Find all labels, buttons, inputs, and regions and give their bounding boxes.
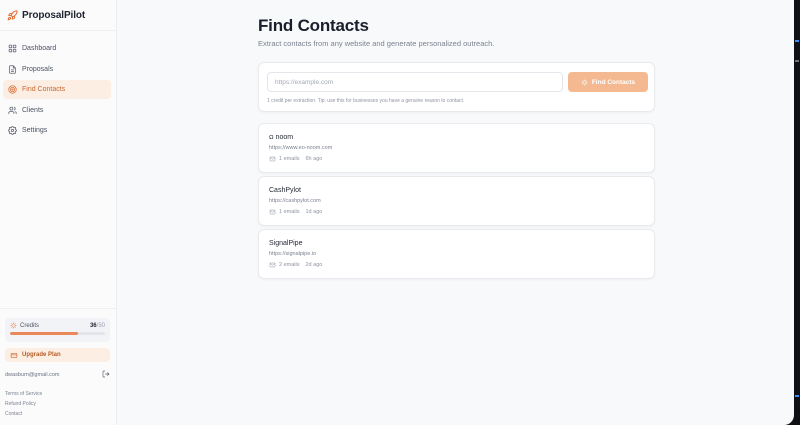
app-window: ProposalPilot Dashboard Proposals Find C…	[0, 0, 794, 425]
list-item[interactable]: SignalPipe https://signalpipe.io 2 email…	[258, 229, 655, 279]
email-count: 1 emails	[279, 209, 300, 215]
brand[interactable]: ProposalPilot	[0, 0, 116, 31]
dashboard-icon	[8, 44, 17, 53]
sidebar-item-settings[interactable]: Settings	[3, 121, 111, 140]
sidebar-item-label: Clients	[22, 106, 44, 114]
credits-panel: Credits 36/50	[5, 318, 110, 342]
timestamp: 6h ago	[305, 156, 323, 162]
card-icon	[10, 352, 18, 358]
credit-hint: 1 credit per extraction. Tip: use this f…	[267, 98, 465, 104]
find-contacts-button[interactable]: Find Contacts	[568, 72, 648, 92]
users-icon	[8, 106, 17, 115]
target-icon	[8, 85, 17, 94]
list-item[interactable]: Ωnoom https://www.eo-noom.com 1 emails 6…	[258, 123, 655, 173]
sidebar-item-label: Dashboard	[22, 45, 57, 52]
user-email: dwasburn@gmail.com	[5, 372, 60, 378]
page-title: Find Contacts	[258, 16, 369, 35]
sidebar-item-dashboard[interactable]: Dashboard	[3, 39, 111, 58]
rocket-icon	[7, 9, 18, 21]
sidebar-item-label: Find Contacts	[22, 86, 66, 93]
noom-logo-icon: Ω	[269, 135, 274, 141]
timestamp: 2d ago	[305, 262, 323, 268]
sidebar-nav: Dashboard Proposals Find Contacts Client…	[0, 31, 116, 140]
url-input[interactable]	[267, 72, 563, 92]
contact-url: https://signalpipe.io	[269, 251, 317, 257]
sidebar-item-label: Proposals	[22, 65, 54, 73]
main-content: Find Contacts Extract contacts from any …	[117, 0, 794, 425]
credits-progress-fill	[10, 332, 79, 335]
logout-icon[interactable]	[102, 370, 110, 380]
contact-title: SignalPipe	[269, 240, 303, 247]
contact-url: https://www.eo-noom.com	[269, 145, 333, 151]
sidebar-item-clients[interactable]: Clients	[3, 101, 111, 120]
gear-icon	[8, 126, 17, 135]
terms-link[interactable]: Terms of Service	[5, 389, 110, 399]
timestamp: 1d ago	[305, 209, 323, 215]
mail-icon	[269, 209, 276, 215]
mail-icon	[269, 156, 276, 162]
credits-label: Credits	[20, 322, 40, 329]
contact-link[interactable]: Contact	[5, 409, 110, 419]
footer-links: Terms of Service Refund Policy Contact	[5, 389, 110, 419]
app-name: ProposalPilot	[22, 9, 86, 21]
contact-title: CashPylot	[269, 187, 301, 194]
credits-progress-bar	[10, 332, 105, 335]
contact-url: https://cashpylot.com	[269, 198, 321, 204]
search-card: Find Contacts 1 credit per extraction. T…	[258, 62, 655, 112]
page-subtitle: Extract contacts from any website and ge…	[258, 39, 495, 48]
document-icon	[8, 64, 17, 74]
sidebar-item-proposals[interactable]: Proposals	[3, 60, 111, 79]
credits-count: 36/50	[89, 322, 105, 329]
email-count: 1 emails	[279, 156, 300, 162]
sidebar-item-find-contacts[interactable]: Find Contacts	[3, 80, 111, 99]
sidebar: ProposalPilot Dashboard Proposals Find C…	[0, 0, 117, 425]
sidebar-footer: Credits 36/50 Upgrade Plan dwasburn@gmai…	[0, 308, 117, 425]
list-item[interactable]: CashPylot https://cashpylot.com 1 emails…	[258, 176, 655, 226]
contact-title: noom	[275, 134, 294, 141]
desktop-edge	[794, 0, 800, 425]
sparkle-icon	[10, 322, 17, 329]
sidebar-item-label: Settings	[22, 127, 48, 134]
mail-icon	[269, 262, 276, 268]
sparkle-icon	[581, 79, 588, 85]
upgrade-plan-button[interactable]: Upgrade Plan	[5, 348, 110, 362]
user-row: dwasburn@gmail.com	[5, 370, 110, 380]
refund-policy-link[interactable]: Refund Policy	[5, 399, 110, 409]
email-count: 2 emails	[279, 262, 300, 268]
